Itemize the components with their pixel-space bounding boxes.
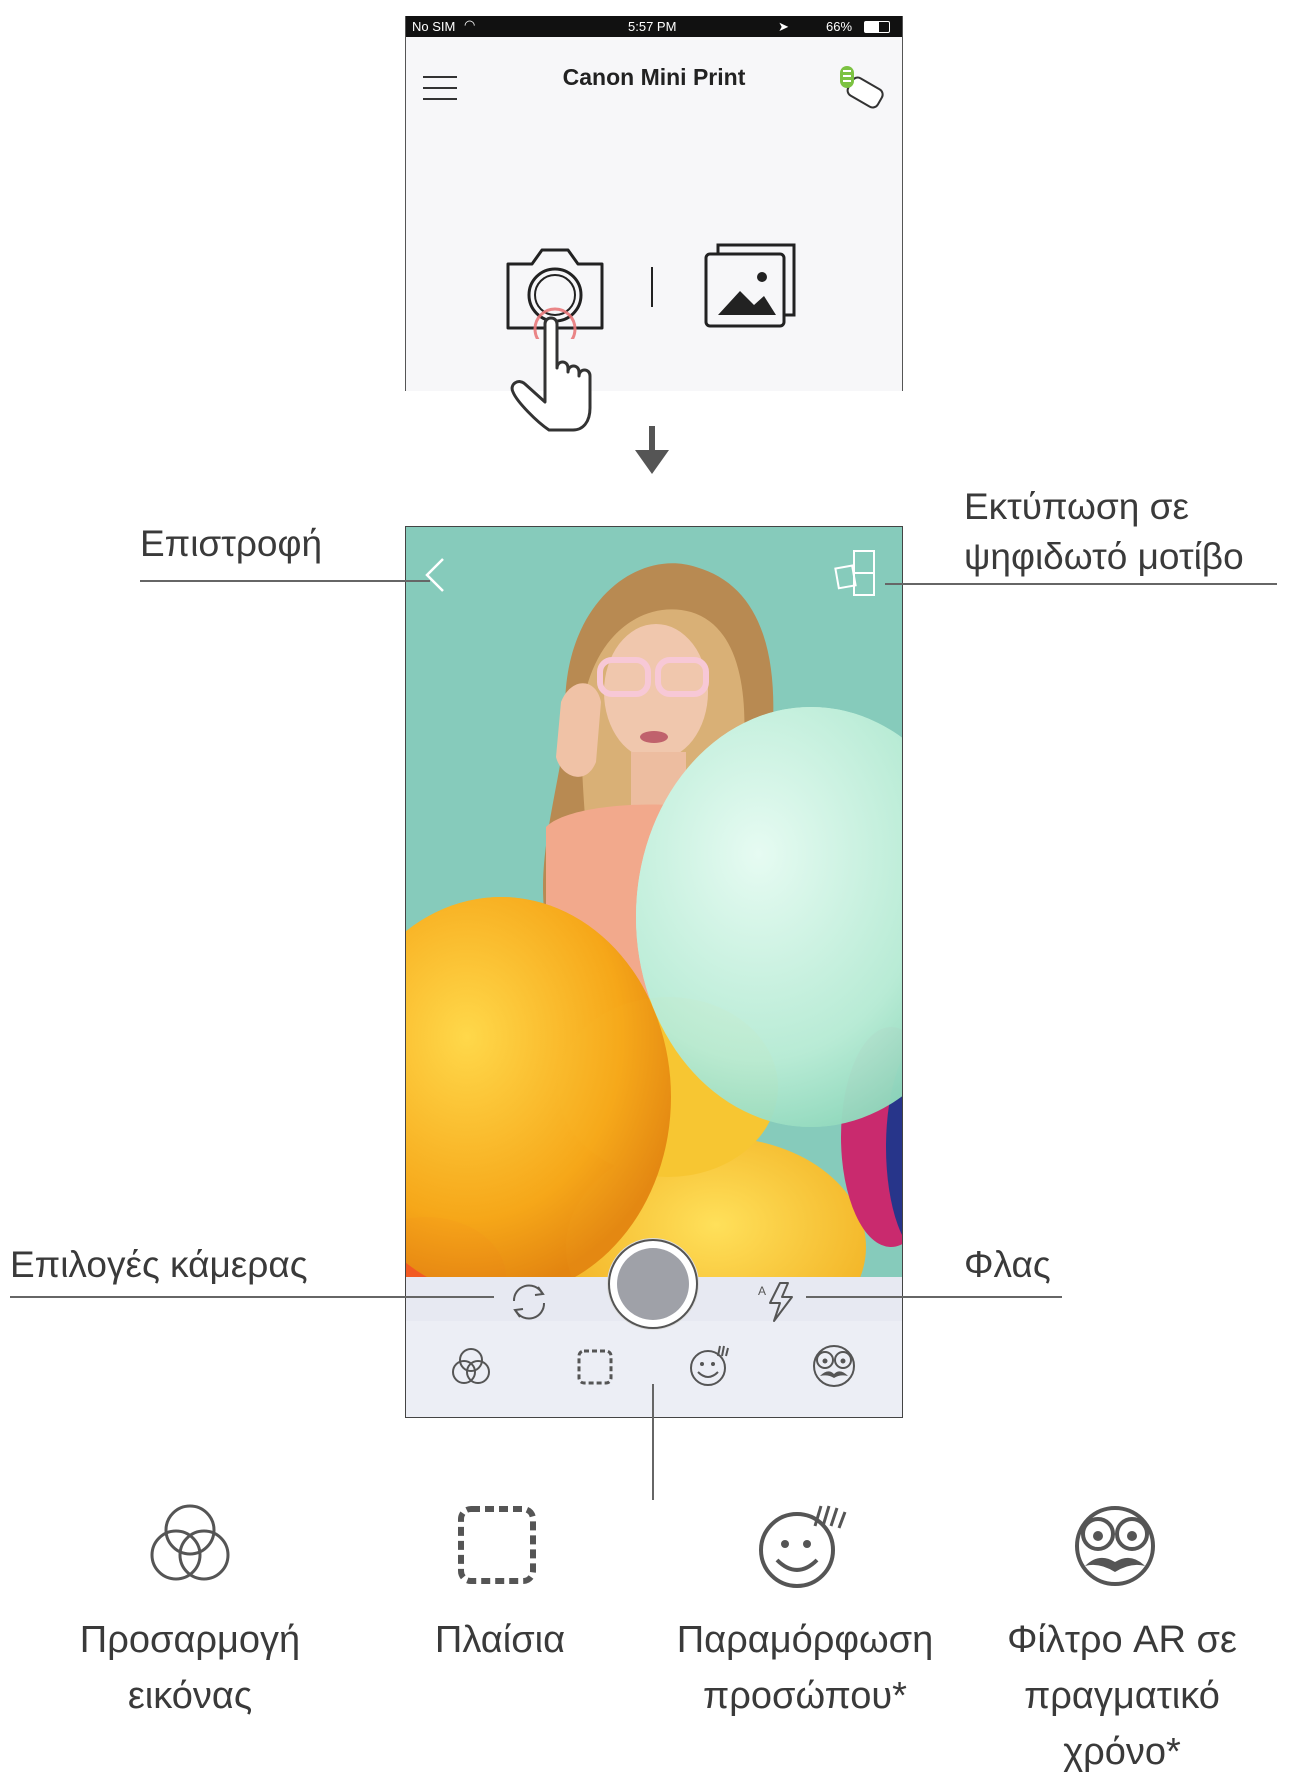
battery-percent: 66% <box>826 19 853 34</box>
frames-icon[interactable] <box>573 1345 617 1389</box>
shutter-button[interactable] <box>608 1239 698 1329</box>
back-callout-label: Επιστροφή <box>140 523 323 564</box>
ar-filter-icon[interactable] <box>808 1340 860 1390</box>
back-chevron-icon[interactable] <box>421 555 451 595</box>
gallery-icon[interactable] <box>702 239 802 339</box>
pointing-hand-icon <box>510 316 592 432</box>
tile-print-callout-label: Εκτύπωση σε ψηφιδωτό μοτίβο <box>964 486 1244 577</box>
carrier-label: No SIM <box>412 19 456 34</box>
printer-status-icon[interactable] <box>832 63 892 113</box>
tile-print-icon[interactable] <box>834 547 880 599</box>
switch-camera-icon[interactable] <box>506 1279 552 1325</box>
camera-screen: A <box>405 526 903 1418</box>
feature-label-adjust-image: Προσαρμογή εικόνας <box>79 1619 301 1717</box>
frames-legend-icon <box>458 1506 536 1584</box>
flash-callout-line <box>806 1296 1062 1298</box>
feature-label-ar-filter: Φίλτρο AR σε πραγματικό χρόνο* <box>1007 1619 1237 1773</box>
flash-callout-label: Φλας <box>964 1244 1051 1285</box>
divider <box>651 267 653 307</box>
camera-options-callout-line <box>10 1296 494 1298</box>
status-bar: No SIM ◠ 5:57 PM ➤ 66% <box>406 16 902 37</box>
flash-auto-icon[interactable]: A <box>756 1279 802 1325</box>
feature-label-frames: Πλαίσια <box>434 1619 566 1661</box>
down-arrow-icon <box>635 426 669 474</box>
battery-icon <box>864 21 890 33</box>
app-title: Canon Mini Print <box>562 64 746 90</box>
face-warp-icon[interactable] <box>686 1340 736 1390</box>
adjust-image-legend-icon <box>150 1504 230 1581</box>
face-warp-legend-icon <box>759 1505 847 1588</box>
toolbar-callout-line <box>652 1384 654 1500</box>
ar-filter-legend-icon <box>1075 1506 1155 1586</box>
back-callout-line <box>140 580 430 582</box>
camera-preview <box>406 527 902 1277</box>
svg-text:A: A <box>758 1284 766 1298</box>
location-icon: ➤ <box>778 19 789 34</box>
camera-options-callout-label: Επιλογές κάμερας <box>10 1244 308 1285</box>
feature-label-face-warp: Παραμόρφωση προσώπου* <box>676 1619 934 1717</box>
adjust-image-icon[interactable] <box>446 1342 496 1392</box>
tile-print-callout-line <box>885 583 1277 585</box>
home-screen: No SIM ◠ 5:57 PM ➤ 66% Canon Mini Print <box>405 16 903 391</box>
wifi-icon: ◠ <box>464 17 476 32</box>
clock: 5:57 PM <box>628 19 677 34</box>
